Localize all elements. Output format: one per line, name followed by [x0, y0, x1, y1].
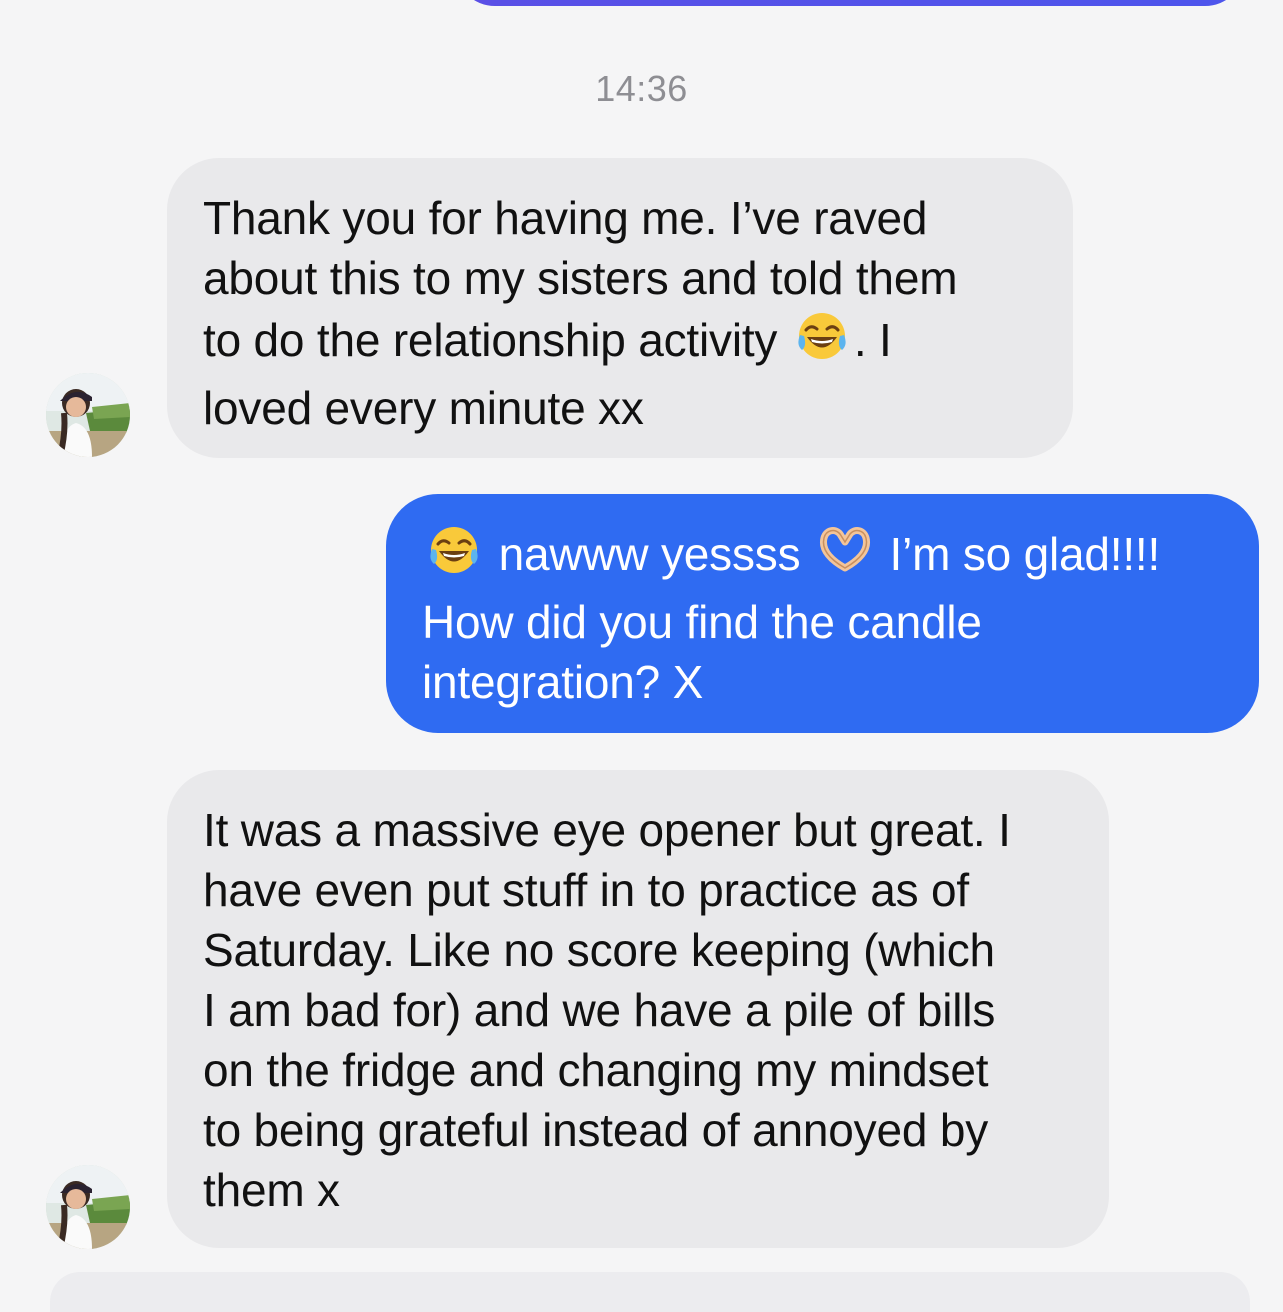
previous-outgoing-bubble-edge: [455, 0, 1245, 6]
contact-avatar[interactable]: [46, 373, 130, 457]
message-line: It was a massive eye opener but great. I: [203, 804, 1011, 856]
message-line: nawww yessss I’m so glad!!!!: [422, 522, 1223, 592]
message-line: have even put stuff in to practice as of: [203, 864, 969, 916]
face-with-tears-of-joy-icon: [794, 308, 850, 378]
message-text: I’m so glad!!!!: [876, 528, 1161, 580]
message-line: loved every minute xx: [203, 382, 644, 434]
message-line: about this to my sisters and told them: [203, 252, 958, 304]
avatar-photo: [46, 373, 130, 457]
message-line: to do the relationship activity . I: [203, 308, 1037, 378]
avatar-photo: [46, 1165, 130, 1249]
message-line: I am bad for) and we have a pile of bill…: [203, 984, 996, 1036]
next-message-bubble-edge: [50, 1272, 1250, 1312]
contact-avatar[interactable]: [46, 1165, 130, 1249]
message-line: on the fridge and changing my mindset: [203, 1044, 989, 1096]
heart-hands-icon: [817, 522, 873, 592]
message-text: to do the relationship activity: [203, 314, 790, 366]
face-with-tears-of-joy-icon: [426, 522, 482, 592]
message-line: Thank you for having me. I’ve raved: [203, 192, 928, 244]
incoming-message-bubble[interactable]: It was a massive eye opener but great. I…: [167, 770, 1109, 1248]
message-line: them x: [203, 1164, 340, 1216]
message-line: Saturday. Like no score keeping (which: [203, 924, 995, 976]
message-line: How did you find the candle: [422, 596, 982, 648]
outgoing-message-bubble[interactable]: nawww yessss I’m so glad!!!! How did you…: [386, 494, 1259, 733]
message-text: . I: [853, 314, 892, 366]
message-timestamp: 14:36: [595, 68, 688, 109]
message-line: to being grateful instead of annoyed by: [203, 1104, 989, 1156]
message-line: integration? X: [422, 656, 704, 708]
incoming-message-bubble[interactable]: Thank you for having me. I’ve raved abou…: [167, 158, 1073, 458]
message-text: nawww yessss: [486, 528, 813, 580]
